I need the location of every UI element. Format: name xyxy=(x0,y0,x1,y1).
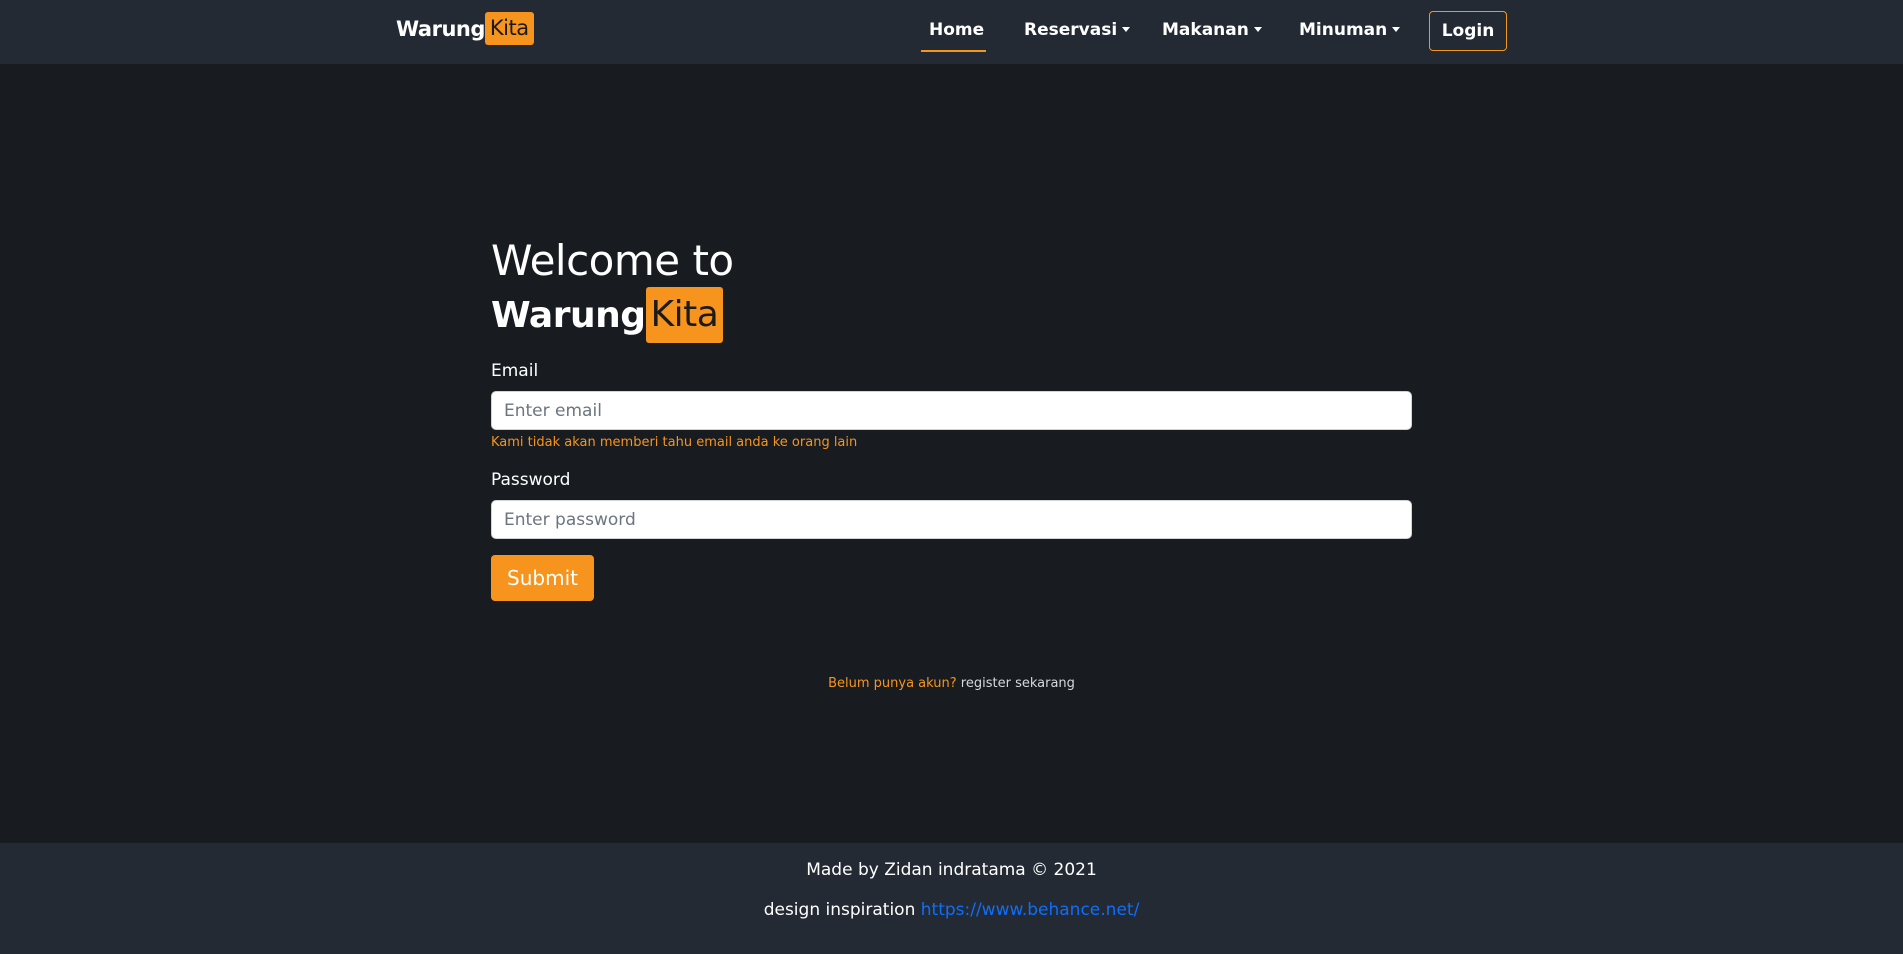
hero-brand-part1: Warung xyxy=(491,294,646,336)
email-field[interactable] xyxy=(491,391,1412,430)
nav-item-makanan[interactable]: Makanan xyxy=(1162,20,1262,40)
navbar: Warung Kita Home Reservasi Makanan Minuma… xyxy=(0,0,1903,64)
chevron-down-icon xyxy=(1392,27,1401,32)
nav-item-minuman[interactable]: Minuman xyxy=(1299,20,1401,40)
nav-item-makanan-label: Makanan xyxy=(1162,20,1249,40)
hero-brand: Warung Kita xyxy=(491,287,724,343)
brand-name-part2: Kita xyxy=(484,12,534,45)
register-question: Belum punya akun? xyxy=(828,676,957,691)
nav-item-reservasi-label: Reservasi xyxy=(1024,20,1118,40)
email-label: Email xyxy=(491,361,539,381)
footer: Made by Zidan indratama © 2021 design in… xyxy=(0,843,1903,954)
behance-link[interactable]: https://www.behance.net/ xyxy=(921,900,1140,920)
nav-item-home-label: Home xyxy=(929,20,985,40)
active-nav-underline xyxy=(921,50,986,52)
password-field[interactable] xyxy=(491,500,1412,539)
hero-brand-part2: Kita xyxy=(645,287,724,343)
footer-inspiration-label: design inspiration xyxy=(763,900,916,920)
brand-name-part1: Warung xyxy=(396,16,485,41)
chevron-down-icon xyxy=(1253,27,1262,32)
register-prompt: Belum punya akun? register sekarang xyxy=(0,676,1903,691)
submit-button[interactable]: Submit xyxy=(491,555,594,601)
nav-item-minuman-label: Minuman xyxy=(1299,20,1388,40)
nav-item-reservasi[interactable]: Reservasi xyxy=(1024,20,1131,40)
welcome-heading: Welcome to xyxy=(491,236,734,285)
login-button[interactable]: Login xyxy=(1429,11,1507,51)
brand-logo[interactable]: Warung Kita xyxy=(396,12,534,45)
footer-inspiration: design inspiration https://www.behance.n… xyxy=(0,900,1903,920)
chevron-down-icon xyxy=(1122,27,1131,32)
password-label: Password xyxy=(491,470,571,490)
nav-item-home[interactable]: Home xyxy=(929,20,984,40)
email-help-text: Kami tidak akan memberi tahu email anda … xyxy=(491,435,858,450)
register-link[interactable]: register sekarang xyxy=(961,676,1075,691)
footer-credit: Made by Zidan indratama © 2021 xyxy=(806,860,1097,880)
